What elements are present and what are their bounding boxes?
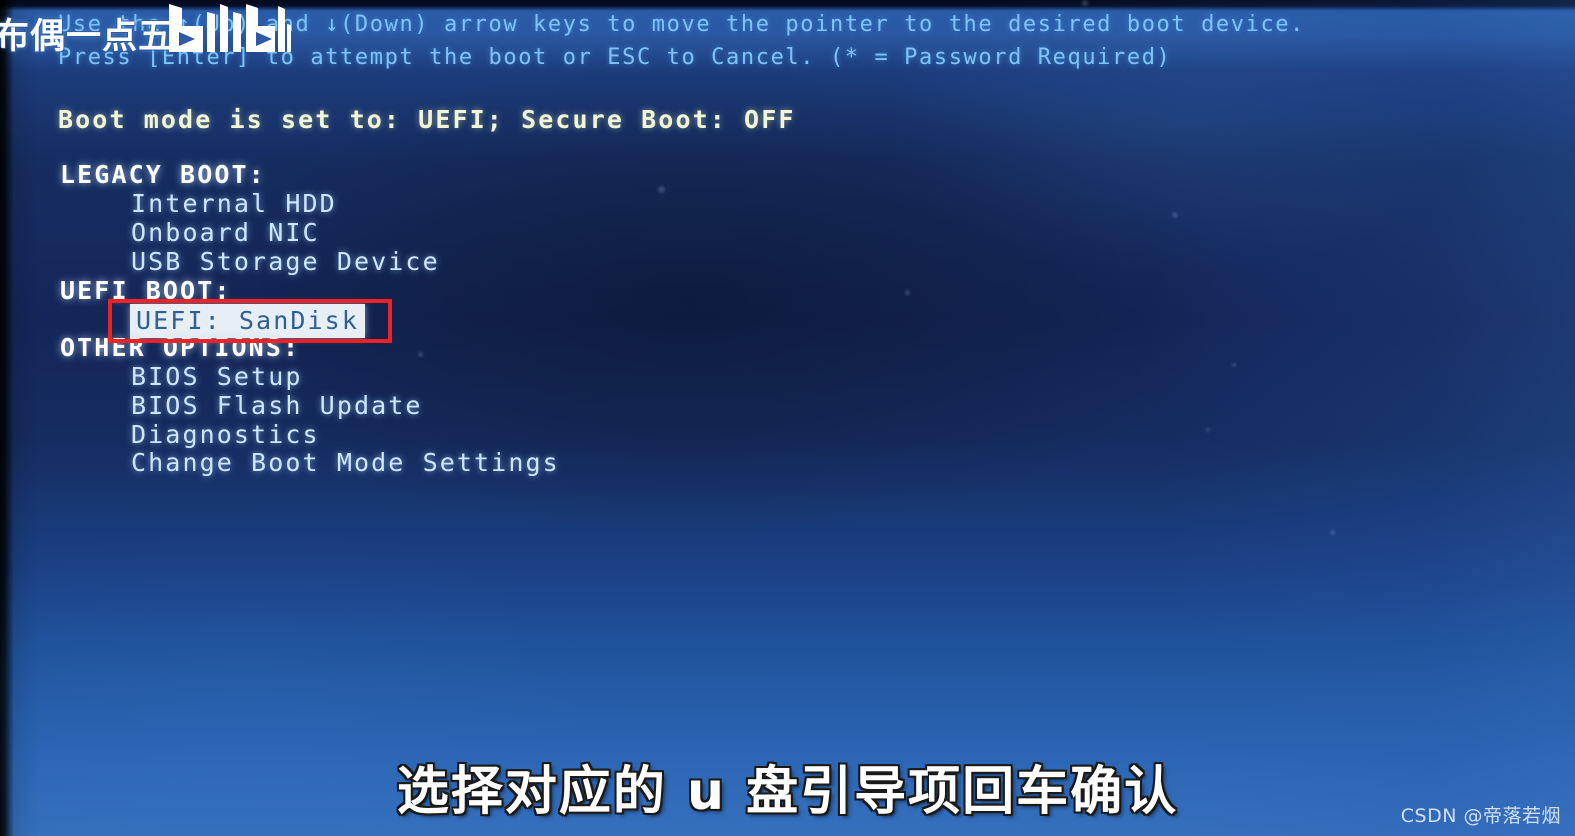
uploader-name-overlay: 布偶一点五: [0, 17, 175, 57]
menu-item-bios-setup[interactable]: BIOS Setup: [131, 362, 303, 391]
menu-item-change-boot-mode-settings[interactable]: Change Boot Mode Settings: [131, 448, 560, 477]
menu-item-bios-flash-update[interactable]: BIOS Flash Update: [131, 391, 423, 420]
bilibili-logo: [163, 2, 291, 60]
menu-item-usb-storage-device[interactable]: USB Storage Device: [131, 247, 440, 276]
menu-item-internal-hdd[interactable]: Internal HDD: [131, 189, 337, 218]
menu-heading-uefi-boot: UEFI BOOT:: [60, 276, 232, 305]
boot-menu-body: Boot mode is set to: UEFI; Secure Boot: …: [0, 0, 1575, 836]
menu-heading-legacy-boot: LEGACY BOOT:: [60, 160, 266, 189]
video-subtitle: 选择对应的 u 盘引导项回车确认: [396, 762, 1179, 822]
bios-boot-menu-screen: Use the ↑(Up) and ↓(Down) arrow keys to …: [0, 0, 1575, 836]
menu-item-diagnostics[interactable]: Diagnostics: [131, 420, 320, 449]
menu-heading-other-options: OTHER OPTIONS:: [60, 333, 301, 362]
menu-item-onboard-nic[interactable]: Onboard NIC: [131, 218, 320, 247]
csdn-watermark: CSDN @帝落若烟: [1400, 805, 1561, 827]
boot-mode-status: Boot mode is set to: UEFI; Secure Boot: …: [58, 105, 796, 134]
